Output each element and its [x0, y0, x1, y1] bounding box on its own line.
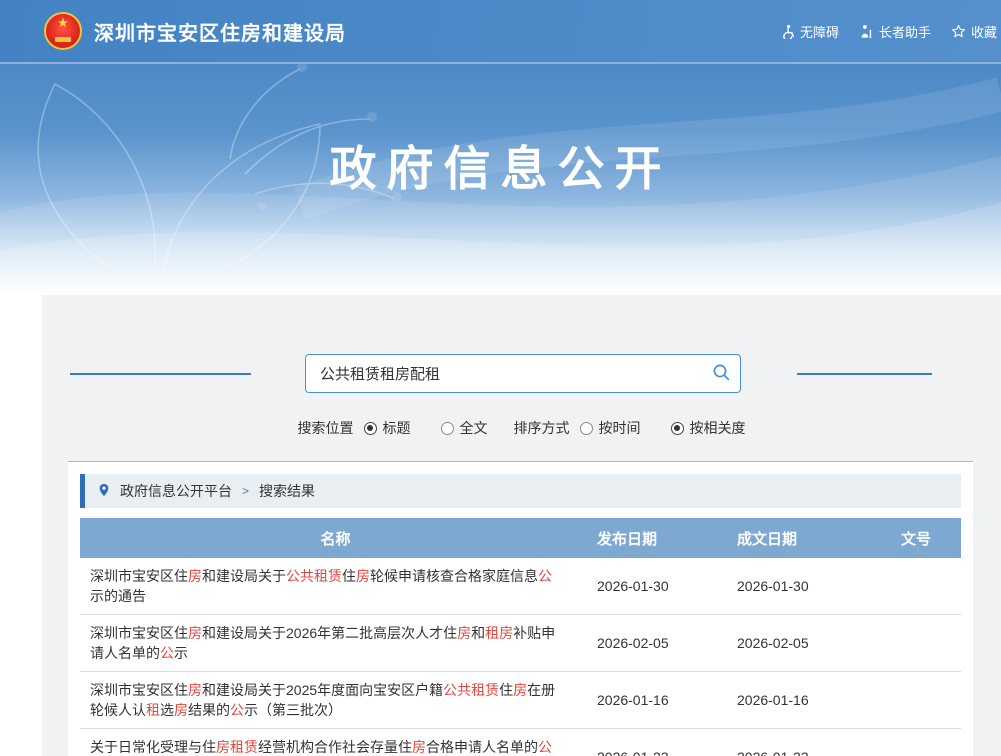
- search-right-line: [797, 373, 932, 375]
- column-header-name: 名称: [80, 528, 591, 549]
- accessibility-link[interactable]: 无障碍: [780, 22, 839, 41]
- breadcrumb-current: 搜索结果: [259, 481, 315, 501]
- doc-date: 2026-01-23: [731, 749, 871, 756]
- doc-date: 2026-01-30: [731, 578, 871, 594]
- radio-title-circle: [364, 422, 377, 435]
- accessibility-icon: [780, 24, 795, 39]
- site-title[interactable]: 深圳市宝安区住房和建设局: [94, 17, 346, 46]
- column-header-doc-date: 成文日期: [731, 528, 871, 549]
- result-title[interactable]: 深圳市宝安区住房和建设局关于2026年第二批高层次人才住房和租房补贴申请人名单的…: [80, 623, 591, 663]
- navbar-links: 无障碍 长者助手 收藏: [780, 0, 997, 62]
- publish-date: 2026-02-05: [591, 635, 731, 651]
- breadcrumb: 政府信息公开平台 > 搜索结果: [80, 474, 961, 508]
- search-box: [305, 354, 741, 393]
- publish-date: 2026-01-16: [591, 692, 731, 708]
- favorite-link[interactable]: 收藏: [951, 22, 997, 41]
- search-options-row: 搜索位置 标题 全文 排序方式 按时间 按相关度: [42, 415, 1001, 441]
- radio-fulltext[interactable]: 全文: [441, 418, 488, 438]
- national-emblem-logo: ★: [44, 12, 82, 50]
- navbar-divider: [0, 62, 1001, 64]
- column-header-publish-date: 发布日期: [591, 528, 731, 549]
- elder-assist-link[interactable]: 长者助手: [859, 22, 931, 41]
- result-title[interactable]: 深圳市宝安区住房和建设局关于公共租赁住房轮候申请核查合格家庭信息公示的通告: [80, 566, 591, 606]
- table-header-row: 名称 发布日期 成文日期 文号: [80, 518, 961, 558]
- top-navbar: ★ 深圳市宝安区住房和建设局 无障碍 长者助手: [0, 0, 1001, 62]
- banner: 政府信息公开: [0, 64, 1001, 295]
- results-card: 政府信息公开平台 > 搜索结果 名称 发布日期 成文日期 文号 深圳市宝安区住房…: [68, 461, 973, 756]
- radio-fulltext-circle: [441, 422, 454, 435]
- search-left-line: [70, 373, 251, 375]
- search-input[interactable]: [306, 365, 702, 382]
- location-pin-icon: [97, 483, 120, 500]
- doc-date: 2026-01-16: [731, 692, 871, 708]
- radio-by-relevance-circle: [671, 422, 684, 435]
- table-row: 深圳市宝安区住房和建设局关于2026年第二批高层次人才住房和租房补贴申请人名单的…: [80, 615, 961, 672]
- search-button[interactable]: [702, 355, 740, 392]
- radio-by-time-circle: [580, 422, 593, 435]
- radio-title[interactable]: 标题: [364, 418, 411, 438]
- breadcrumb-root[interactable]: 政府信息公开平台: [120, 481, 232, 501]
- publish-date: 2026-01-23: [591, 749, 731, 756]
- star-icon: [951, 24, 966, 39]
- column-header-doc-number: 文号: [871, 528, 961, 549]
- table-row: 深圳市宝安区住房和建设局关于2025年度面向宝安区户籍公共租赁住房在册轮候人认租…: [80, 672, 961, 729]
- breadcrumb-separator: >: [242, 484, 249, 498]
- sort-mode-label: 排序方式: [514, 418, 570, 438]
- results-rows: 深圳市宝安区住房和建设局关于公共租赁住房轮候申请核查合格家庭信息公示的通告 20…: [80, 558, 961, 756]
- doc-date: 2026-02-05: [731, 635, 871, 651]
- results-table: 名称 发布日期 成文日期 文号 深圳市宝安区住房和建设局关于公共租赁住房轮候申请…: [80, 518, 961, 756]
- page: ★ 深圳市宝安区住房和建设局 无障碍 长者助手: [0, 0, 1001, 756]
- result-title[interactable]: 深圳市宝安区住房和建设局关于2025年度面向宝安区户籍公共租赁住房在册轮候人认租…: [80, 680, 591, 720]
- result-title[interactable]: 关于日常化受理与住房租赁经营机构合作社会存量住房合格申请人名单的公示: [80, 737, 591, 756]
- elder-assist-icon: [859, 24, 874, 39]
- page-title: 政府信息公开: [0, 130, 1001, 199]
- radio-by-relevance[interactable]: 按相关度: [671, 418, 746, 438]
- search-position-label: 搜索位置: [298, 418, 354, 438]
- table-row: 关于日常化受理与住房租赁经营机构合作社会存量住房合格申请人名单的公示 2026-…: [80, 729, 961, 756]
- radio-by-time[interactable]: 按时间: [580, 418, 641, 438]
- table-row: 深圳市宝安区住房和建设局关于公共租赁住房轮候申请核查合格家庭信息公示的通告 20…: [80, 558, 961, 615]
- publish-date: 2026-01-30: [591, 578, 731, 594]
- search-icon: [711, 362, 731, 385]
